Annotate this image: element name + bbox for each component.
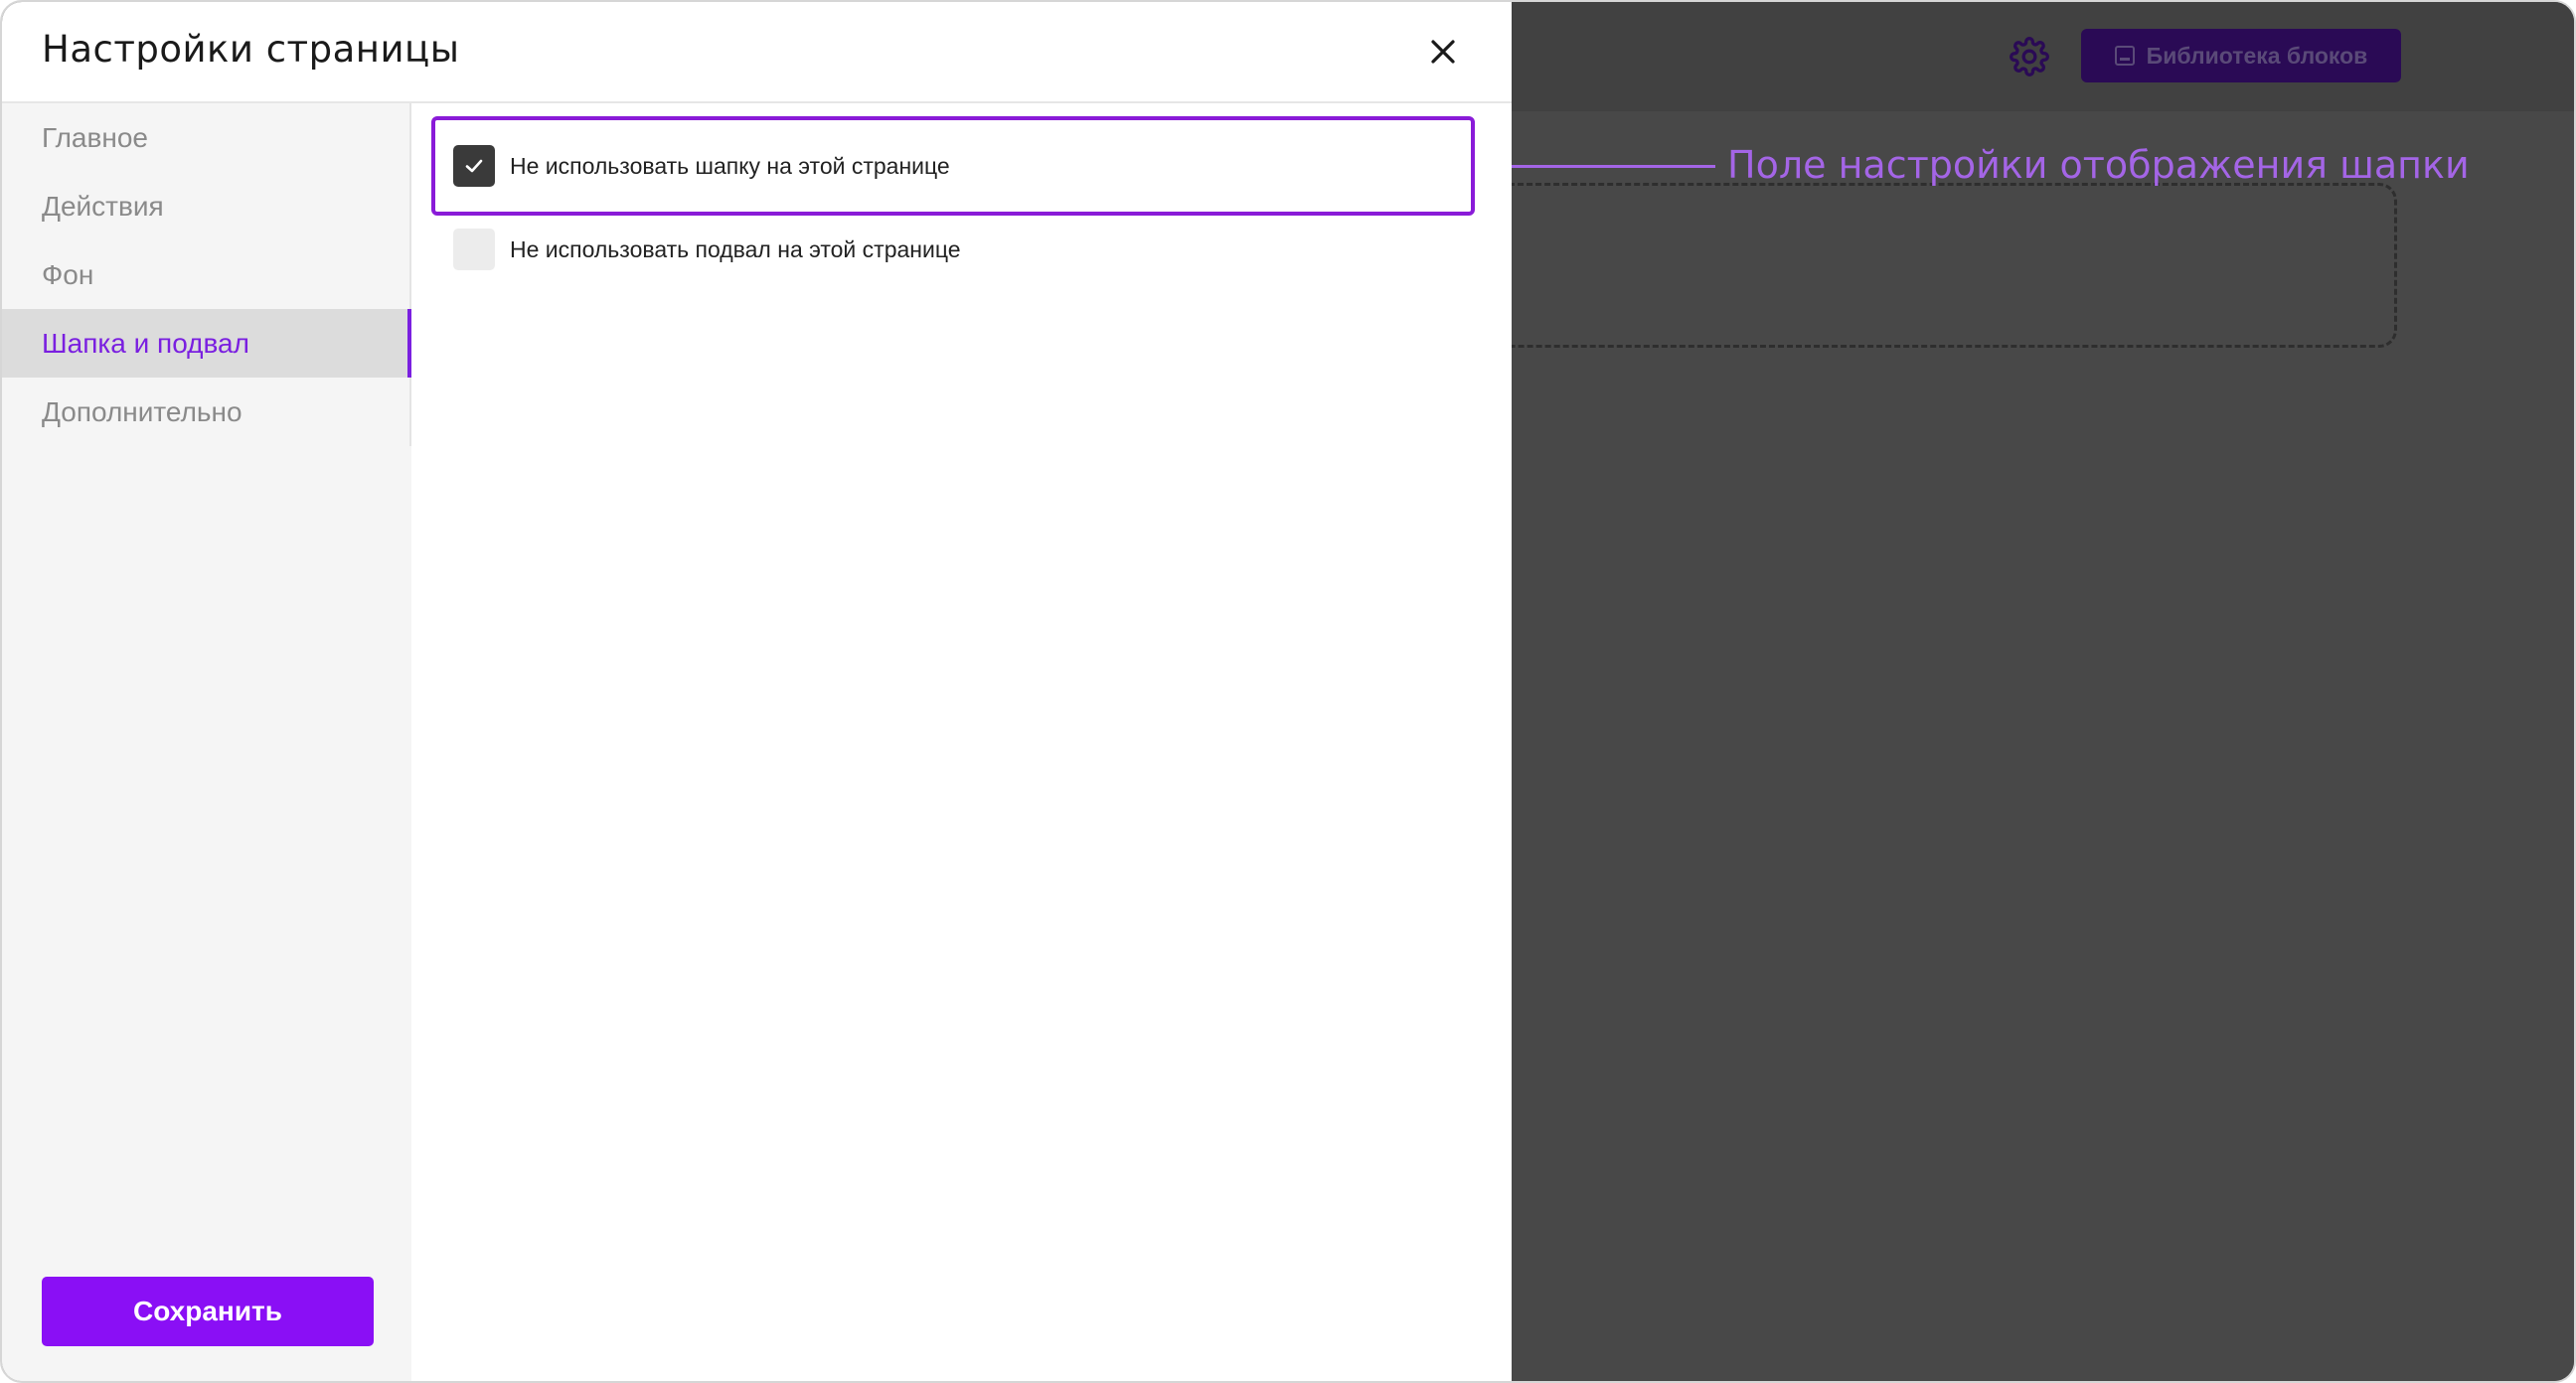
modal-title: Настройки страницы <box>42 28 460 71</box>
editor-overlay: Библиотека блоков <box>1482 2 2574 1381</box>
library-icon <box>2114 46 2135 66</box>
sidebar-nav: Главное Действия Фон Шапка и подвал Допо… <box>2 103 411 446</box>
sidebar-item-additional[interactable]: Дополнительно <box>2 378 409 446</box>
sidebar-item-actions[interactable]: Действия <box>2 172 409 240</box>
sidebar-item-background[interactable]: Фон <box>2 240 409 309</box>
annotation-text: Поле настройки отображения шапки <box>1727 143 2470 187</box>
hide-header-checkbox[interactable] <box>453 145 495 187</box>
hide-footer-option[interactable]: Не использовать подвал на этой странице <box>431 200 1475 299</box>
modal-header: Настройки страницы <box>2 2 1512 103</box>
annotation-line <box>1489 165 1715 168</box>
app-frame: Библиотека блоков Поле настройки отображ… <box>0 0 2576 1383</box>
gear-icon[interactable] <box>2010 37 2049 77</box>
save-button[interactable]: Сохранить <box>42 1277 374 1346</box>
settings-content: Не использовать шапку на этой странице Н… <box>411 103 1512 1381</box>
sidebar-item-main[interactable]: Главное <box>2 103 409 172</box>
settings-sidebar: Главное Действия Фон Шапка и подвал Допо… <box>2 103 411 1381</box>
checkmark-icon <box>465 159 483 173</box>
hide-footer-label: Не использовать подвал на этой странице <box>510 235 961 262</box>
sidebar-item-header-footer[interactable]: Шапка и подвал <box>2 309 411 378</box>
block-library-label: Библиотека блоков <box>2146 42 2368 69</box>
block-library-button[interactable]: Библиотека блоков <box>2081 29 2401 82</box>
editor-topbar: Библиотека блоков <box>1512 2 2574 111</box>
hide-header-label: Не использовать шапку на этой странице <box>510 152 950 179</box>
close-icon[interactable] <box>1423 32 1463 72</box>
hide-footer-checkbox[interactable] <box>453 229 495 270</box>
empty-block-placeholder <box>1482 183 2397 348</box>
page-settings-modal: Настройки страницы Главное Действия Фон … <box>2 2 1512 1381</box>
